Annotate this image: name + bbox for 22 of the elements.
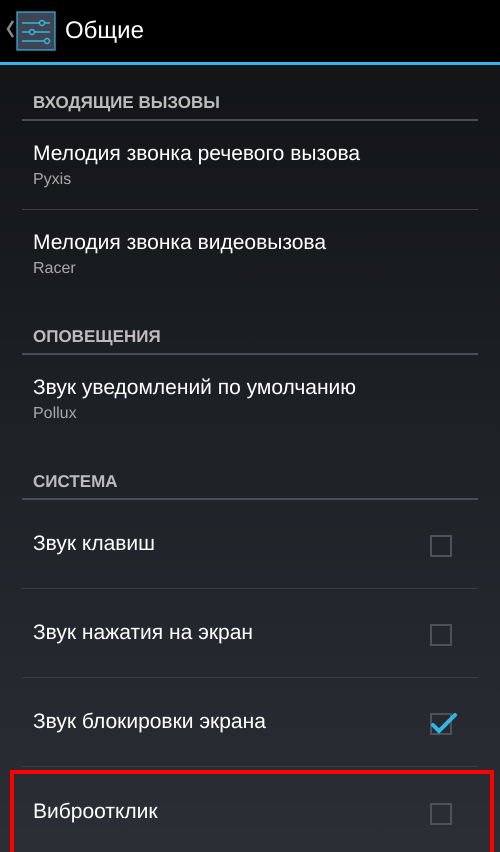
settings-sliders-icon[interactable] bbox=[16, 11, 56, 51]
item-title: Виброотклик bbox=[33, 800, 159, 824]
item-summary: Pyxis bbox=[33, 170, 72, 188]
list-item[interactable]: Виброотклик bbox=[22, 767, 478, 852]
list-item[interactable]: Звук нажатия на экран bbox=[22, 589, 478, 678]
section-header: СИСТЕМА bbox=[32, 472, 118, 493]
item-summary: Pollux bbox=[33, 405, 78, 423]
item-title: Звук нажатия на экран bbox=[33, 621, 254, 645]
item-title: Мелодия звонка видеовызова bbox=[33, 231, 328, 255]
item-title: Звук клавиш bbox=[33, 532, 156, 556]
list-item[interactable]: Звук уведомлений по умолчанию Pollux bbox=[22, 355, 478, 444]
list-item[interactable]: Звук блокировки экрана bbox=[22, 678, 478, 767]
item-title: Мелодия звонка речевого вызова bbox=[33, 142, 362, 166]
item-title: Звук блокировки экрана bbox=[33, 710, 267, 734]
section-header: ВХОДЯЩИЕ ВЫЗОВЫ bbox=[32, 93, 220, 114]
item-title: Звук уведомлений по умолчанию bbox=[33, 376, 358, 400]
section-header: ОПОВЕЩЕНИЯ bbox=[32, 327, 161, 348]
item-summary: Racer bbox=[33, 260, 77, 278]
list-item[interactable]: Мелодия звонка речевого вызова Pyxis bbox=[22, 121, 478, 210]
screen-title: Общие bbox=[65, 17, 144, 45]
list-item[interactable]: Звук клавиш bbox=[22, 500, 478, 589]
list-item[interactable]: Мелодия звонка видеовызова Racer bbox=[22, 210, 478, 299]
